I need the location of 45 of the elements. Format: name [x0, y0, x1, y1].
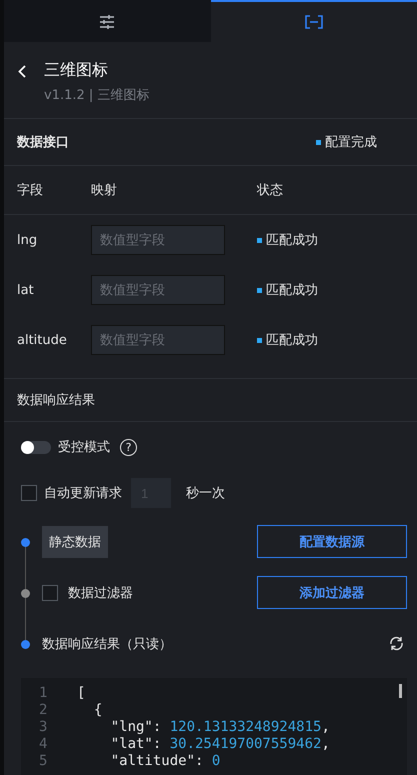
code-line: {	[92, 702, 102, 719]
field-name: lat	[17, 282, 35, 298]
section-title: 数据响应结果	[4, 378, 417, 422]
unit-label: 秒一次	[186, 485, 225, 502]
line-number: 3	[38, 719, 48, 736]
help-icon[interactable]: ?	[120, 438, 137, 456]
checkbox-label: 数据过滤器	[68, 584, 133, 602]
status-text: 匹配成功	[257, 281, 404, 299]
line-number: 4	[38, 736, 48, 753]
line-number: 1	[38, 685, 48, 702]
field-name: lng	[17, 232, 38, 248]
toggle-label: 受控模式	[58, 439, 110, 456]
component-title: 三维图标	[44, 60, 109, 80]
column-header: 状态	[257, 182, 284, 199]
panel-tab[interactable]	[210, 0, 417, 42]
step-label: 数据响应结果（只读）	[42, 636, 173, 652]
line-number: 5	[38, 753, 48, 770]
column-header: 映射	[91, 182, 118, 199]
mapping-field[interactable]: 数值型字段	[91, 325, 225, 355]
back-icon[interactable]	[18, 65, 26, 78]
code-line: "lng": 120.13133248924815,	[110, 719, 330, 736]
line-number: 2	[38, 702, 48, 719]
column-header: 字段	[17, 182, 44, 199]
checkbox[interactable]	[42, 584, 58, 600]
configure-button[interactable]: 配置数据源	[257, 525, 407, 558]
checkbox[interactable]	[21, 485, 37, 501]
source-tag: 静态数据	[42, 526, 108, 558]
version-text: v1.1.2 | 三维图标	[44, 87, 150, 104]
code-line: [	[76, 685, 86, 702]
mapping-field[interactable]: 数值型字段	[91, 225, 225, 255]
add-filter-button[interactable]: 添加过滤器	[257, 576, 407, 609]
refresh-icon[interactable]	[389, 636, 404, 651]
status-text: 匹配成功	[257, 231, 404, 249]
checkbox-label: 自动更新请求	[44, 485, 122, 502]
mapping-field[interactable]: 数值型字段	[91, 275, 225, 305]
scrollbar[interactable]	[399, 684, 402, 698]
sliders-icon	[99, 15, 116, 29]
status-text: 匹配成功	[257, 331, 404, 349]
code-line: "altitude": 0	[110, 753, 220, 770]
section-title: 数据接口	[17, 134, 69, 151]
bracket-icon	[304, 15, 323, 29]
field-name: altitude	[17, 332, 68, 348]
code-line: "lat": 30.254197007559462,	[110, 736, 330, 753]
status-text: 配置完成	[316, 133, 377, 151]
toggle-switch[interactable]	[21, 440, 51, 454]
